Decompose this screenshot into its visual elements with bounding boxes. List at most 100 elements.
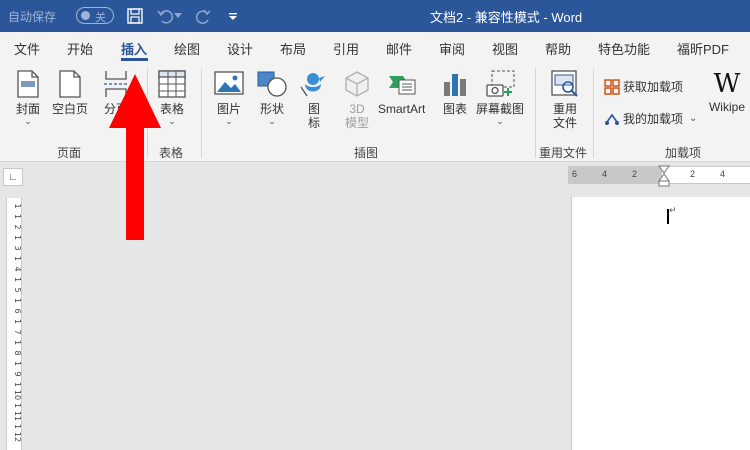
reuse-files-button[interactable]: 重用 文件 — [549, 68, 581, 130]
ruler-number: 6 — [13, 308, 22, 313]
icons-icon — [298, 68, 330, 100]
tab-layout[interactable]: 布局 — [280, 39, 306, 58]
wikipedia-icon: W — [713, 69, 741, 99]
horizontal-ruler[interactable]: 6 4 2 2 4 — [568, 165, 750, 187]
tab-selector[interactable]: ∟ — [3, 168, 23, 186]
pictures-button[interactable]: 图片 ⌄ — [213, 68, 245, 126]
chevron-down-icon: ⌄ — [24, 116, 32, 126]
tab-home[interactable]: 开始 — [67, 39, 93, 58]
tab-file[interactable]: 文件 — [14, 39, 40, 58]
cover-page-icon — [12, 68, 44, 100]
my-addins-button[interactable]: 我的加载项 ⌄ — [604, 110, 697, 127]
ruler-number: 2 — [690, 169, 696, 179]
wikipedia-button[interactable]: W Wikipe — [707, 69, 747, 114]
tab-view[interactable]: 视图 — [492, 39, 518, 58]
group-separator — [535, 68, 536, 158]
tab-help[interactable]: 帮助 — [545, 39, 571, 58]
ruler-number: 1 — [13, 382, 22, 387]
customize-qat-icon[interactable] — [222, 5, 244, 27]
chevron-down-icon: ⌄ — [268, 116, 276, 126]
chart-label: 图表 — [442, 102, 467, 116]
ruler-number: 1 — [13, 319, 22, 324]
reuse-files-label: 重用 文件 — [552, 102, 577, 130]
cover-page-label: 封面 — [15, 102, 40, 116]
ruler-number: 9 — [13, 371, 22, 376]
screenshot-button[interactable]: 屏幕截图 ⌄ — [476, 68, 524, 126]
store-icon — [604, 78, 620, 95]
ruler-number: 1 — [13, 340, 22, 345]
chevron-down-icon: ⌄ — [689, 113, 698, 124]
wikipedia-label: Wikipe — [708, 100, 745, 114]
pages-group-label: 页面 — [57, 146, 82, 160]
toggle-knob — [81, 11, 90, 20]
ruler-number: 1 — [13, 214, 22, 219]
reuse-files-icon — [549, 68, 581, 100]
ruler-number: 12 — [13, 432, 22, 442]
smartart-button[interactable]: SmartArt — [378, 68, 425, 116]
ruler-number: 4 — [602, 169, 608, 179]
get-addins-button[interactable]: 获取加载项 — [604, 78, 683, 95]
my-addins-icon — [604, 111, 620, 127]
screenshot-icon — [484, 68, 516, 100]
undo-dropdown-icon[interactable] — [172, 5, 184, 27]
ruler-number: 1 — [13, 256, 22, 261]
save-icon[interactable] — [124, 5, 146, 27]
ruler-number: 1 — [13, 403, 22, 408]
tab-foxit-pdf[interactable]: 福昕PDF — [677, 39, 729, 58]
addins-group-label: 加载项 — [665, 146, 702, 160]
ruler-number: 3 — [13, 245, 22, 250]
vertical-ruler-scale: 11213141516171819110111112 — [13, 203, 22, 442]
get-addins-label: 获取加载项 — [623, 80, 684, 94]
ruler-number: 10 — [13, 390, 22, 400]
ruler-number: 2 — [13, 224, 22, 229]
chevron-down-icon: ⌄ — [225, 116, 233, 126]
tab-design[interactable]: 设计 — [227, 39, 253, 58]
document-title: 文档2 - 兼容性模式 - Word — [430, 10, 583, 25]
cover-page-button[interactable]: 封面 ⌄ — [12, 68, 44, 126]
chevron-down-icon: ⌄ — [496, 116, 504, 126]
ruler-number: 7 — [13, 329, 22, 334]
tab-draw[interactable]: 绘图 — [174, 39, 200, 58]
ruler-number: 1 — [13, 424, 22, 429]
tab-review[interactable]: 审阅 — [439, 39, 465, 58]
group-separator — [593, 68, 594, 158]
redo-icon[interactable] — [192, 5, 214, 27]
smartart-label: SmartArt — [378, 102, 426, 116]
ruler-number: 1 — [13, 361, 22, 366]
my-addins-label: 我的加载项 — [623, 112, 684, 126]
shapes-label: 形状 — [259, 102, 284, 116]
autosave-label: 自动保存 — [8, 10, 57, 24]
screenshot-label: 屏幕截图 — [476, 102, 525, 116]
smartart-icon — [386, 68, 418, 100]
tab-insert[interactable]: 插入 — [121, 39, 147, 58]
tab-references[interactable]: 引用 — [333, 39, 359, 58]
ruler-number: 4 — [13, 266, 22, 271]
icons-label: 图标 — [307, 102, 320, 130]
3d-models-button[interactable]: 3D 模型 — [341, 68, 373, 130]
autosave-toggle[interactable]: 关 — [76, 7, 114, 24]
tab-special-features[interactable]: 特色功能 — [598, 39, 650, 58]
shapes-button[interactable]: 形状 ⌄ — [256, 68, 288, 126]
picture-icon — [213, 68, 245, 100]
illustrations-group-label: 插图 — [354, 146, 379, 160]
ruler-number: 6 — [572, 169, 578, 179]
icons-button[interactable]: 图标 — [298, 68, 330, 130]
ruler-number: 1 — [13, 298, 22, 303]
title-bar: 自动保存 关 文档2 - 兼容性模式 - Word — [0, 0, 750, 32]
document-page[interactable]: ↵ — [571, 197, 750, 450]
indent-marker-icon[interactable] — [658, 165, 670, 187]
chart-icon — [439, 68, 471, 100]
annotation-arrow-icon — [109, 74, 161, 240]
ruler-number: 1 — [13, 203, 22, 208]
ruler-number: 4 — [720, 169, 726, 179]
ruler-left-margin — [568, 167, 662, 183]
group-separator — [201, 68, 202, 158]
active-tab-indicator — [121, 58, 148, 61]
ruler-number: 1 — [13, 235, 22, 240]
blank-page-label: 空白页 — [52, 102, 89, 116]
chart-button[interactable]: 图表 — [439, 68, 471, 116]
vertical-ruler[interactable]: 1 1 2 1 3 1 4 1 5 1 6 1 7 1 8 1 9 1 10 1 11 1 12 — [6, 198, 22, 450]
tab-mailings[interactable]: 邮件 — [386, 39, 412, 58]
paragraph-mark: ↵ — [669, 205, 677, 215]
blank-page-button[interactable]: 空白页 — [52, 68, 88, 116]
